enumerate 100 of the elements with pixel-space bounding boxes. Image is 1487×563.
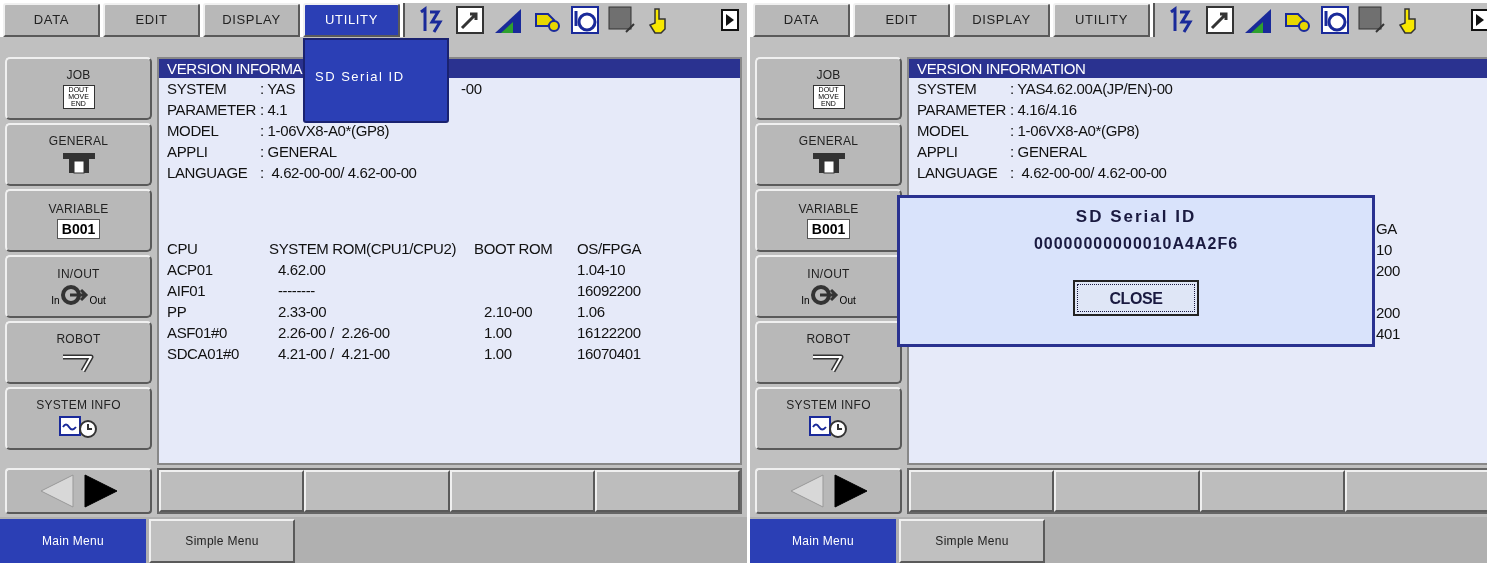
table-cell-text: ACP01 bbox=[167, 260, 214, 280]
icon-label: In bbox=[51, 296, 60, 306]
input-output-icon bbox=[809, 284, 840, 306]
input-output-icon bbox=[59, 284, 90, 306]
function-key[interactable] bbox=[594, 470, 740, 512]
table-cell-text: ASF01#0 bbox=[167, 323, 228, 343]
table-cell-text: 16122200 bbox=[577, 323, 642, 343]
info-value: : GENERAL bbox=[1010, 142, 1087, 162]
side-menu-button[interactable]: ROBOT bbox=[5, 321, 152, 384]
side-menu-button[interactable]: SYSTEM INFO bbox=[755, 387, 902, 450]
column-header: BOOT ROM bbox=[474, 239, 554, 259]
info-value: : 4.1 bbox=[260, 100, 288, 120]
graph-icon[interactable] bbox=[456, 6, 484, 34]
table-cell-text: 1.06 bbox=[577, 302, 606, 322]
column-header: OS/FPGA bbox=[577, 239, 643, 259]
info-value: : 4.16/4.16 bbox=[1010, 100, 1077, 120]
menu-tab[interactable]: UTILITY bbox=[303, 3, 400, 37]
function-key[interactable] bbox=[1199, 470, 1345, 512]
info-value: : YAS4.62.00A(JP/EN)-00 bbox=[1010, 79, 1173, 99]
bar-chart-icon[interactable] bbox=[493, 6, 523, 34]
table-cell-text: AIF01 bbox=[167, 281, 207, 301]
table-cell: 1.00 bbox=[484, 345, 512, 362]
table-cell: 1.00 bbox=[484, 324, 512, 341]
info-label: MODEL bbox=[917, 121, 970, 141]
icon-label: Out bbox=[839, 296, 856, 306]
table-cell-text: -------- bbox=[277, 281, 316, 301]
monitor-clock-icon bbox=[808, 415, 849, 439]
icon-label: In bbox=[801, 296, 810, 306]
menu-tab[interactable]: EDIT bbox=[103, 3, 200, 37]
function-key[interactable] bbox=[449, 470, 595, 512]
info-label: PARAMETER bbox=[917, 100, 1007, 120]
menu-tab[interactable]: DATA bbox=[3, 3, 100, 37]
info-value: -00 bbox=[461, 79, 482, 99]
function-key[interactable] bbox=[159, 470, 305, 512]
window-icon[interactable] bbox=[608, 6, 638, 34]
footer-tab[interactable]: Main Menu bbox=[750, 519, 896, 563]
table-cell-fragment: 200 bbox=[1376, 261, 1400, 281]
graph-icon[interactable] bbox=[1206, 6, 1234, 34]
table-cell-fragment: GA bbox=[1376, 219, 1398, 239]
table-cell-text: 2.33-00 bbox=[277, 302, 328, 322]
next-page-icon[interactable] bbox=[1471, 9, 1487, 31]
menu-tab[interactable]: DISPLAY bbox=[953, 3, 1050, 37]
variable-value: B001 bbox=[56, 219, 101, 239]
side-menu-button[interactable]: VARIABLE B001 bbox=[755, 189, 902, 252]
info-value: : YAS bbox=[260, 79, 296, 99]
table-cell-text: PP bbox=[167, 302, 188, 322]
column-header: SYSTEM ROM(CPU1/CPU2) bbox=[269, 239, 458, 259]
gripper-icon bbox=[61, 151, 96, 175]
table-cell-text: 16070401 bbox=[577, 344, 642, 364]
function-key[interactable] bbox=[304, 470, 450, 512]
column-header: CPU bbox=[167, 239, 199, 259]
info-label: MODEL bbox=[167, 121, 220, 141]
function-key[interactable] bbox=[1344, 470, 1487, 512]
close-button[interactable]: CLOSE bbox=[1073, 280, 1199, 316]
menu-tab[interactable]: EDIT bbox=[853, 3, 950, 37]
menu-tab[interactable]: DISPLAY bbox=[203, 3, 300, 37]
window-icon[interactable] bbox=[1358, 6, 1388, 34]
info-value: : 1-06VX8-A0*(GP8) bbox=[1010, 121, 1140, 141]
monitor-clock-icon bbox=[58, 415, 99, 439]
menu-tab[interactable]: DATA bbox=[753, 3, 850, 37]
serial-id: 00000000000010A4A2F6 bbox=[1033, 234, 1239, 254]
table-cell-text: 1.04-10 bbox=[577, 260, 627, 280]
table-cell-fragment: 200 bbox=[1376, 303, 1400, 323]
info-value: : GENERAL bbox=[260, 142, 337, 162]
info-label: SYSTEM bbox=[917, 79, 978, 99]
side-menu-button[interactable]: SYSTEM INFO bbox=[5, 387, 152, 450]
table-cell-text: SDCA01#0 bbox=[167, 344, 241, 364]
function-key[interactable] bbox=[909, 470, 1055, 512]
window-title: VERSION INFORMA bbox=[167, 59, 303, 79]
table-cell-fragment: 10 bbox=[1376, 240, 1393, 260]
side-menu-button[interactable]: VARIABLE B001 bbox=[5, 189, 152, 252]
side-menu-button[interactable]: GENERAL bbox=[755, 123, 902, 186]
table-cell: 2.10-00 bbox=[484, 303, 533, 320]
dialog-title: SD Serial ID bbox=[1075, 206, 1197, 227]
footer-tab[interactable]: Simple Menu bbox=[149, 519, 295, 563]
side-menu-button[interactable]: GENERAL bbox=[5, 123, 152, 186]
info-value: : 1-06VX8-A0*(GP8) bbox=[260, 121, 390, 141]
window-title: VERSION INFORMATION bbox=[917, 59, 1086, 79]
footer-tab[interactable]: Simple Menu bbox=[899, 519, 1045, 563]
info-label: LANGUAGE bbox=[167, 163, 249, 183]
table-cell-fragment: 401 bbox=[1376, 324, 1400, 344]
icon-label: Out bbox=[89, 296, 106, 306]
table-cell-text: 4.62.00 bbox=[277, 260, 327, 280]
function-key[interactable] bbox=[1054, 470, 1200, 512]
info-value: : 4.62-00-00/ 4.62-00-00 bbox=[260, 163, 417, 183]
next-page-icon[interactable] bbox=[721, 9, 739, 31]
bar-chart-icon[interactable] bbox=[1243, 6, 1273, 34]
table-cell-text: 4.21-00 / 4.21-00 bbox=[277, 344, 391, 364]
info-label: SYSTEM bbox=[167, 79, 228, 99]
info-value: : 4.62-00-00/ 4.62-00-00 bbox=[1010, 163, 1167, 183]
menu-tab[interactable]: UTILITY bbox=[1053, 3, 1150, 37]
side-menu-button[interactable]: IN/OUT In Out bbox=[5, 255, 152, 318]
side-menu-button[interactable]: ROBOT bbox=[755, 321, 902, 384]
footer-tab[interactable]: Main Menu bbox=[0, 519, 146, 563]
info-label: PARAMETER bbox=[167, 100, 257, 120]
table-cell-text: 2.26-00 / 2.26-00 bbox=[277, 323, 391, 343]
table-cell-text: 16092200 bbox=[577, 281, 642, 301]
info-label: APPLI bbox=[167, 142, 209, 162]
info-label: LANGUAGE bbox=[917, 163, 999, 183]
dropdown-item[interactable]: SD Serial ID bbox=[311, 66, 441, 87]
